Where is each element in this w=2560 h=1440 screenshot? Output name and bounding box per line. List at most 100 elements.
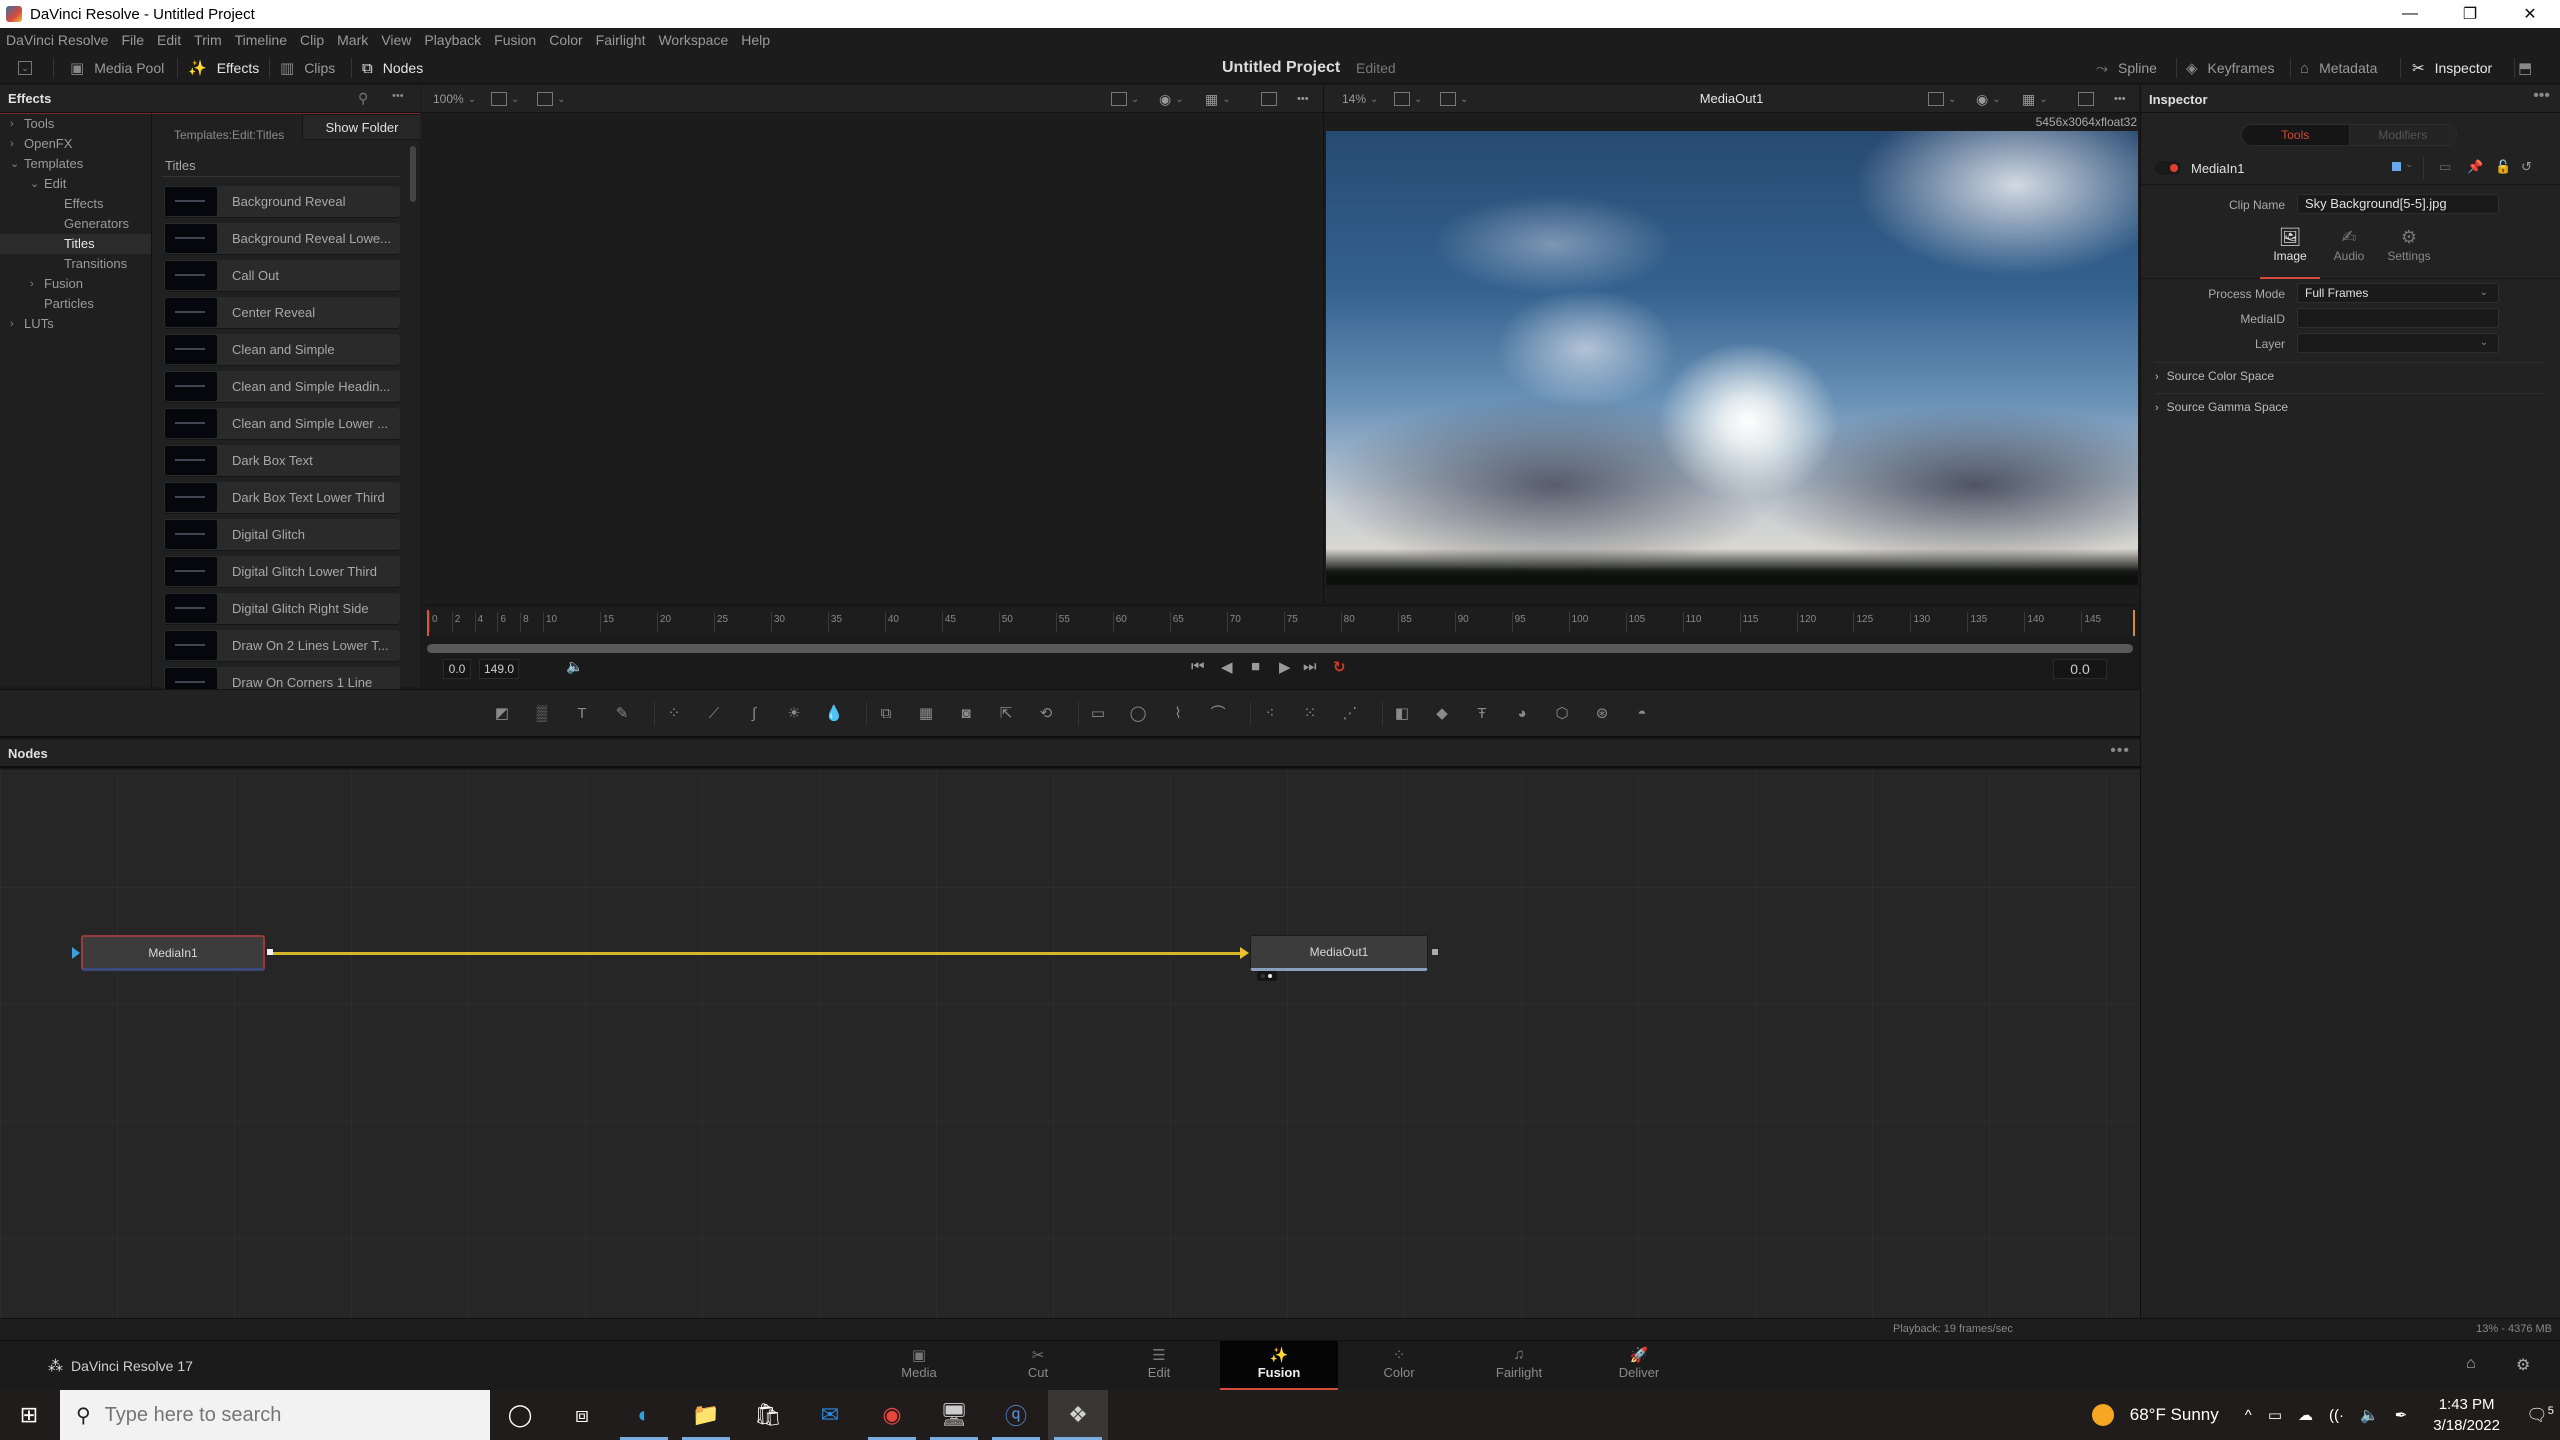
toolbar-metadata-button[interactable]: ⌂ Metadata [2300,52,2377,84]
battery-icon[interactable]: ▭ [2268,1406,2282,1424]
tab-audio[interactable]: ✍ Audio [2319,227,2379,263]
global-end-field[interactable]: 149.0 [479,659,519,679]
effects-list-item[interactable]: Call Out [164,260,400,291]
tree-item-titles[interactable]: Titles [0,234,151,254]
taskbar-qbittorrent[interactable]: ⓠ [986,1390,1046,1440]
effects-list-item[interactable]: Background Reveal Lowe... [164,223,400,254]
text-tool-icon[interactable]: T [572,704,592,724]
page-tab-fusion[interactable]: ✨ Fusion [1220,1341,1338,1391]
node-input-arrow[interactable] [72,947,80,959]
weather-sun-icon[interactable] [2091,1404,2114,1426]
timeline-scroll-bar[interactable] [427,644,2133,653]
lock-icon[interactable]: 🔓 [2495,159,2511,175]
reset-icon[interactable]: ↺ [2521,159,2532,175]
tab-tools[interactable]: Tools [2242,125,2349,145]
tree-item-tools[interactable]: › Tools [0,114,151,134]
play-forward-icon[interactable]: ▶ [1279,658,1291,676]
menu-mark[interactable]: Mark [337,32,368,48]
taskbar-davinci-resolve[interactable]: ❖ [1048,1390,1108,1440]
bspline-mask-tool-icon[interactable]: ⌒ [1208,704,1228,724]
effects-list-item[interactable]: Clean and Simple Headin... [164,371,400,402]
taskbar-file-explorer[interactable]: 📁 [676,1390,736,1440]
go-to-start-icon[interactable]: ⏮ [1191,658,1205,675]
workspace-toggle-button[interactable]: ⌄ [18,52,32,84]
loop-icon[interactable]: ↻ [1333,658,1346,676]
effects-list-item[interactable]: Draw On 2 Lines Lower T... [164,630,400,661]
section-source-color-space[interactable]: › Source Color Space [2155,362,2545,388]
hue-curves-tool-icon[interactable]: ∫ [744,704,764,724]
split-wipe-button[interactable]: ⌄ [1394,85,1422,113]
subview-button[interactable]: ⌄ [1440,85,1468,113]
chevron-down-icon[interactable]: ⌄ [10,154,19,174]
node-connection[interactable] [273,952,1243,955]
background-tool-icon[interactable]: ◩ [492,704,512,724]
menu-clip[interactable]: Clip [300,32,324,48]
viewer-more-button[interactable]: ••• [2114,85,2126,113]
spotlight-3d-tool-icon[interactable]: ◓ [1632,704,1652,724]
menu-file[interactable]: File [121,32,144,48]
color-corrector-tool-icon[interactable]: ⁘ [664,704,684,724]
effects-list-item[interactable]: Center Reveal [164,297,400,328]
tab-modifiers[interactable]: Modifiers [2348,125,2456,145]
particle-emitter-tool-icon[interactable]: ⁖ [1260,704,1280,724]
onedrive-icon[interactable]: ☁ [2298,1406,2313,1424]
fast-noise-tool-icon[interactable]: ▒ [532,704,552,724]
taskbar-chrome[interactable]: ◉ [862,1390,922,1440]
subview-button[interactable]: ⌄ [537,85,565,113]
volume-icon[interactable]: 🔈 [2360,1406,2379,1424]
page-tab-cut[interactable]: ✂ Cut [979,1341,1097,1391]
wifi-icon[interactable]: ((· [2329,1407,2344,1424]
playhead[interactable] [427,610,429,636]
notification-center-button[interactable]: 🗨5 [2520,1405,2560,1426]
effects-list-item[interactable]: Dark Box Text [164,445,400,476]
stop-icon[interactable]: ■ [1251,658,1260,675]
merge-3d-tool-icon[interactable]: ◕ [1512,704,1532,724]
effects-list-item[interactable]: Digital Glitch Right Side [164,593,400,624]
viewer-more-button[interactable]: ••• [1297,85,1309,113]
menu-edit[interactable]: Edit [157,32,181,48]
taskbar-mail[interactable]: ✉ [800,1390,860,1440]
toolbar-media-pool-button[interactable]: ▣ Media Pool [70,52,164,84]
matte-control-tool-icon[interactable]: ◙ [956,704,976,724]
image-plane-3d-tool-icon[interactable]: ◧ [1392,704,1412,724]
time-ruler[interactable]: 0 2 4 6 8 10 15 20 25 30 35 40 45 50 55 60 65 70 75 80 85 90 9… [425,605,2135,636]
tree-item-luts[interactable]: › LUTs [0,314,151,334]
layer-dropdown[interactable]: ⌄ [2297,333,2499,353]
home-icon[interactable]: ⌂ [2466,1355,2476,1373]
tree-item-particles[interactable]: Particles [0,294,151,314]
effects-list-item[interactable]: Clean and Simple [164,334,400,365]
section-source-gamma-space[interactable]: › Source Gamma Space [2155,393,2545,419]
more-options-icon[interactable]: ••• [2533,87,2550,105]
page-tab-edit[interactable]: ☰ Edit [1100,1341,1218,1391]
chevron-down-icon[interactable]: ⌄ [2405,159,2413,170]
page-tab-fairlight[interactable]: ♫ Fairlight [1460,1341,1578,1391]
effects-list-item[interactable]: Background Reveal [164,186,400,217]
channel-booleans-tool-icon[interactable]: ▦ [916,704,936,724]
node-output-port[interactable] [1431,948,1439,956]
tree-item-fusion[interactable]: › Fusion [0,274,151,294]
node-input-arrow[interactable] [1240,947,1249,959]
color-channel-button[interactable]: ◉ ⌄ [1976,85,2001,113]
show-hidden-icons-icon[interactable]: ^ [2245,1407,2252,1424]
chevron-down-icon[interactable]: ⌄ [30,174,39,194]
viewer-zoom-dropdown[interactable]: 100% ⌄ [433,85,476,113]
toolbar-clips-button[interactable]: ▥ Clips [280,52,335,84]
clock[interactable]: 1:43 PM 3/18/2022 [2433,1394,2500,1436]
global-start-field[interactable]: 0.0 [443,659,471,679]
tab-settings[interactable]: ⚙ Settings [2379,227,2439,263]
taskbar-task-view[interactable]: ⧈ [552,1390,612,1440]
taskbar-edge[interactable]: ◐ [614,1390,674,1440]
node-mediaout1[interactable]: MediaOut1 [1250,935,1428,971]
camera-3d-tool-icon[interactable]: ⊛ [1592,704,1612,724]
toolbar-inspector-button[interactable]: ✂ Inspector [2412,52,2492,84]
effects-list-item[interactable]: Clean and Simple Lower ... [164,408,400,439]
p-render-tool-icon[interactable]: ⋰ [1340,704,1360,724]
pen-icon[interactable]: ✒ [2395,1406,2408,1424]
render-range-end-marker[interactable] [2133,610,2135,636]
pin-icon[interactable]: 📌 [2467,159,2483,175]
process-mode-dropdown[interactable]: Full Frames ⌄ [2297,283,2499,303]
menu-playback[interactable]: Playback [424,32,481,48]
roi-button[interactable]: ⌄ [1928,85,1956,113]
tree-item-transitions[interactable]: Transitions [0,254,151,274]
node-viewer-indicators[interactable] [1257,971,1277,981]
